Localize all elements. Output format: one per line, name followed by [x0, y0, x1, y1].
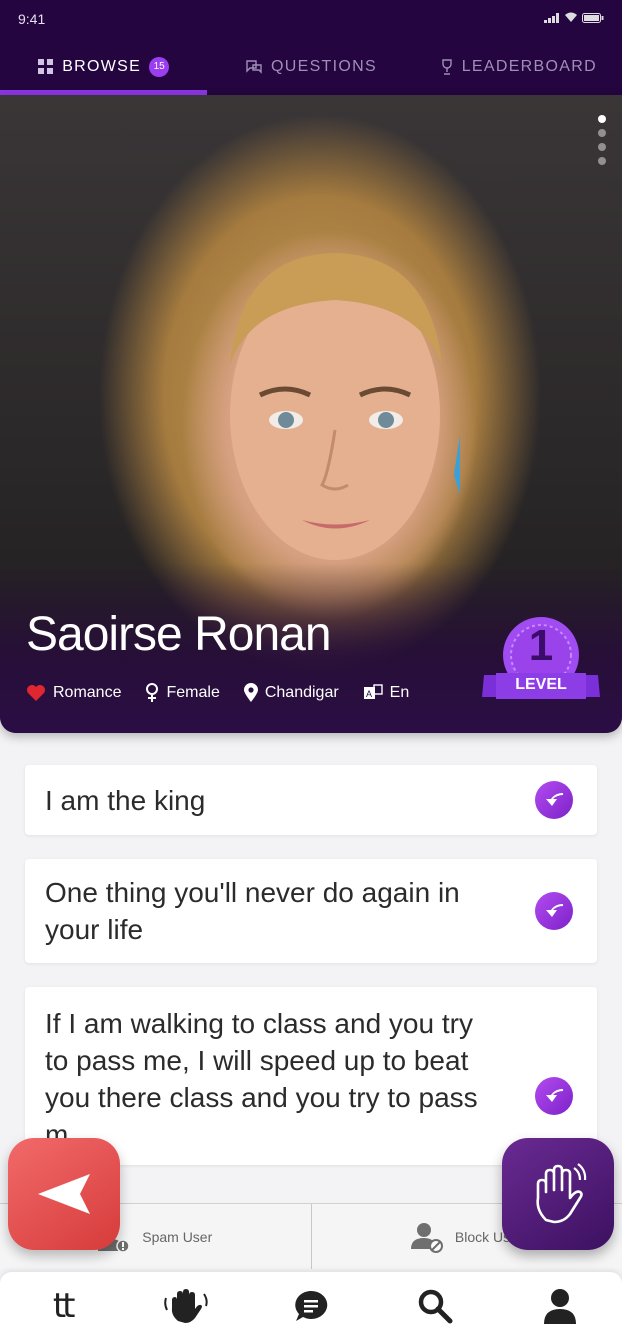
nav-profile[interactable]: [530, 1281, 590, 1331]
location-label: Chandigar: [264, 684, 339, 701]
pager-dot[interactable]: [598, 143, 606, 151]
chat-icon: [295, 1290, 328, 1321]
back-arrow-icon: [38, 1174, 90, 1214]
nav-chat[interactable]: [281, 1281, 341, 1331]
browse-count-badge: 15: [149, 56, 170, 77]
spam-user-label: Spam User: [142, 1228, 213, 1245]
waving-hand-icon: [536, 1163, 587, 1224]
tab-questions-label: QUESTIONS: [271, 57, 377, 75]
search-icon: [419, 1289, 453, 1324]
female-icon: [146, 683, 159, 702]
nav-home[interactable]: tt: [32, 1281, 92, 1331]
reply-arrow-icon: [546, 904, 563, 917]
wave-hand-icon: [163, 1289, 208, 1323]
back-button[interactable]: [8, 1138, 120, 1250]
chat-bubbles-icon: [246, 59, 262, 74]
battery-icon: [582, 13, 604, 23]
location-pin-icon: [243, 683, 258, 702]
profile-card[interactable]: Saoirse Ronan Romance Female Chandigar A…: [0, 95, 622, 733]
question-text: I am the king: [45, 784, 206, 816]
reply-button[interactable]: [535, 1077, 573, 1115]
status-bar: 9:41: [0, 0, 622, 38]
grid-icon: [38, 58, 54, 74]
status-time: 9:41: [18, 11, 46, 27]
gender-label: Female: [166, 684, 220, 701]
signal-icon: [544, 13, 559, 23]
pager-dot[interactable]: [598, 129, 606, 137]
question-card[interactable]: One thing you'll never do again in your …: [25, 859, 597, 963]
level-badge: 1 LEVEL: [482, 613, 600, 709]
tab-browse-label: BROWSE: [62, 57, 142, 75]
reply-button[interactable]: [535, 892, 573, 930]
user-block-icon: [410, 1222, 443, 1253]
wave-button[interactable]: [502, 1138, 614, 1250]
profile-meta: Romance Female Chandigar A En: [26, 683, 409, 703]
tab-leaderboard-label: LEADERBOARD: [461, 57, 597, 75]
gender-item: Female: [145, 683, 220, 703]
system-icons: [544, 12, 604, 23]
pager-dot[interactable]: [598, 115, 606, 123]
reply-arrow-icon: [546, 793, 563, 806]
svg-text:A: A: [366, 689, 372, 699]
location-item: Chandigar: [243, 683, 339, 703]
language-item: A En: [363, 684, 410, 702]
tab-leaderboard[interactable]: LEADERBOARD: [415, 38, 622, 95]
question-list: I am the king One thing you'll never do …: [25, 765, 597, 1189]
top-tabs: BROWSE 15 QUESTIONS LEADERBOARD: [0, 38, 622, 95]
interest-item: Romance: [26, 684, 121, 702]
question-card[interactable]: If I am walking to class and you try to …: [25, 987, 597, 1165]
trophy-icon: [442, 58, 452, 75]
reply-button[interactable]: [535, 781, 573, 819]
profile-name: Saoirse Ronan: [26, 608, 332, 661]
nav-waves[interactable]: [157, 1281, 217, 1331]
bottom-nav: tt: [0, 1272, 622, 1344]
language-label: En: [389, 684, 410, 701]
wifi-icon: [565, 12, 577, 22]
user-icon: [543, 1289, 576, 1324]
level-label: LEVEL: [515, 676, 567, 693]
pager-dot[interactable]: [598, 157, 606, 165]
question-text: One thing you'll never do again in your …: [45, 877, 460, 945]
level-number: 1: [528, 621, 554, 670]
question-text: If I am walking to class and you try to …: [45, 1008, 478, 1150]
question-card[interactable]: I am the king: [25, 765, 597, 835]
tab-questions[interactable]: QUESTIONS: [207, 38, 414, 95]
translate-icon: A: [363, 684, 383, 699]
app-logo: tt: [52, 1286, 76, 1326]
interest-label: Romance: [53, 684, 122, 701]
profile-photo: [230, 253, 460, 560]
tab-browse[interactable]: BROWSE 15: [0, 38, 208, 95]
nav-search[interactable]: [405, 1281, 465, 1331]
reply-arrow-icon: [546, 1089, 563, 1102]
heart-icon: [27, 685, 45, 701]
photo-pager[interactable]: [598, 115, 606, 165]
